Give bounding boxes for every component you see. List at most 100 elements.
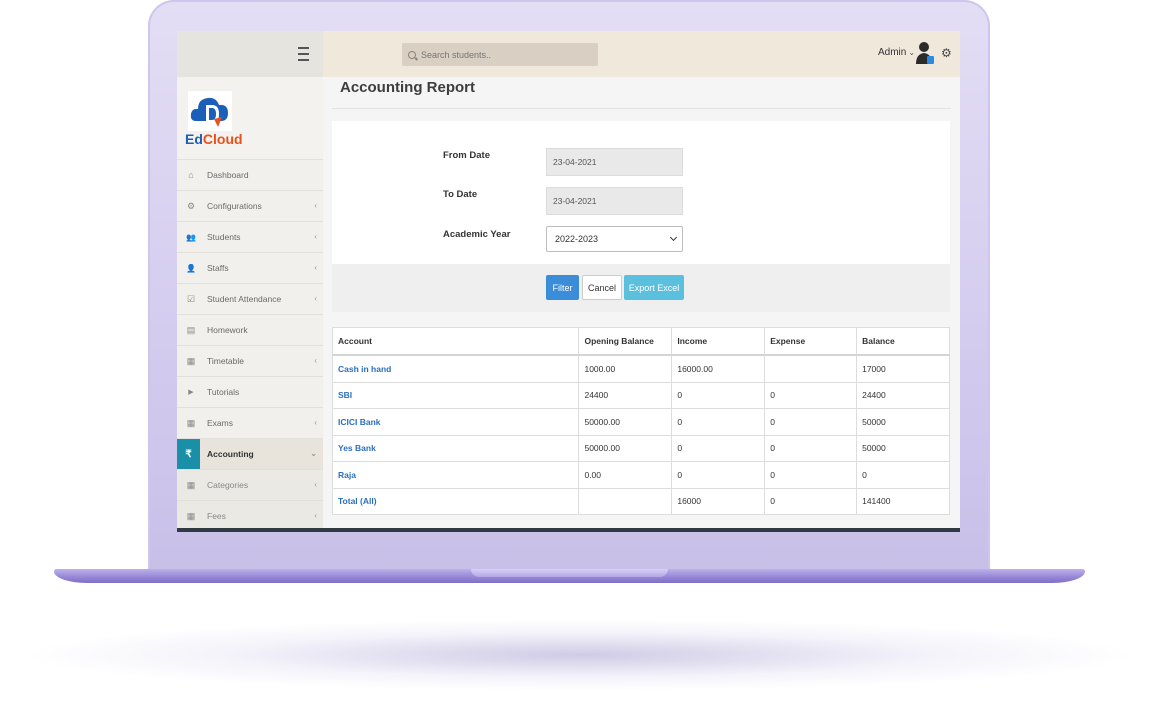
sidebar-item-label: Students — [207, 232, 241, 242]
table-cell: 16000.00 — [671, 354, 766, 383]
table-icon: ▦ — [186, 479, 196, 490]
sidebar-item-label: Homework — [207, 325, 248, 335]
cancel-button[interactable]: Cancel — [582, 275, 622, 300]
table-cell: 0 — [671, 434, 766, 462]
total-link[interactable]: Total (All) — [331, 487, 580, 515]
table-row: Raja 0.00 0 0 0 — [331, 461, 950, 489]
table-cell: 24400 — [856, 381, 950, 409]
check-square-icon: ☑ — [186, 293, 196, 304]
table-total-row: Total (All) 16000 0 141400 — [331, 487, 950, 515]
top-navbar: Admin⌄ ⚙ — [323, 31, 960, 77]
brand-name-part-2: Cloud — [202, 131, 243, 147]
user-name: Admin — [878, 47, 907, 58]
table-row: Cash in hand 1000.00 16000.00 17000 — [331, 354, 950, 383]
table-cell: 0 — [671, 381, 766, 409]
screen-bottom-strip — [177, 528, 960, 532]
chevron-down-icon: ⌄ — [310, 449, 317, 458]
file-icon: ▤ — [186, 324, 196, 335]
sidebar-item-student-attendance[interactable]: ☑ Student Attendance ‹ — [177, 284, 323, 315]
table-cell: 0 — [764, 434, 858, 462]
grid-icon: ▦ — [186, 417, 196, 428]
academic-year-label: Academic Year — [443, 229, 511, 240]
column-header-opening-balance: Opening Balance — [578, 327, 673, 356]
sidebar-item-configurations[interactable]: ⚙ Configurations ‹ — [177, 191, 323, 222]
logo-area: EdCloud — [177, 77, 323, 160]
brand-name: EdCloud — [185, 131, 243, 147]
academic-year-value: 2022-2023 — [555, 234, 599, 244]
table-cell: 50000.00 — [578, 408, 673, 436]
sidebar-item-timetable[interactable]: ▦ Timetable ‹ — [177, 346, 323, 377]
table-cell: 0 — [671, 408, 766, 436]
filter-button[interactable]: Filter — [546, 275, 579, 300]
chevron-left-icon: ‹ — [314, 232, 317, 241]
edcloud-logo — [188, 91, 232, 131]
account-link[interactable]: Yes Bank — [331, 434, 580, 462]
user-menu[interactable]: Admin ⌄ — [878, 47, 915, 58]
chevron-left-icon: ‹ — [314, 418, 317, 427]
table-cell: 50000 — [856, 434, 950, 462]
sidebar-item-tutorials[interactable]: ▶ Tutorials — [177, 377, 323, 408]
table-cell — [578, 487, 673, 515]
sidebar-item-label: Staffs — [207, 263, 229, 273]
table-cell: 17000 — [856, 354, 950, 383]
filter-form: From Date 23-04-2021 To Date 23-04-2021 … — [332, 121, 950, 264]
chevron-left-icon: ‹ — [314, 294, 317, 303]
sidebar-item-label: Tutorials — [207, 387, 240, 397]
dashboard-icon: ⌂ — [188, 170, 194, 180]
table-cell: 50000 — [856, 408, 950, 436]
gear-icon[interactable]: ⚙ — [941, 46, 952, 60]
table-cell — [764, 354, 858, 383]
sidebar-item-categories[interactable]: ▦ Categories ‹ — [177, 470, 323, 501]
users-icon: 👥 — [186, 232, 196, 242]
search-box[interactable] — [402, 43, 598, 66]
academic-year-select[interactable]: 2022-2023 — [546, 226, 683, 252]
column-header-account: Account — [331, 327, 580, 356]
sidebar: EdCloud ⌂ Dashboard ⚙ Configurations ‹ 👥… — [177, 77, 323, 532]
sidebar-item-label: Dashboard — [207, 170, 249, 180]
sidebar-item-label: Timetable — [207, 356, 245, 366]
sidebar-item-homework[interactable]: ▤ Homework — [177, 315, 323, 346]
search-icon — [408, 50, 416, 59]
table-row: SBI 24400 0 0 24400 — [331, 381, 950, 409]
sidebar-item-exams[interactable]: ▦ Exams ‹ — [177, 408, 323, 439]
account-link[interactable]: Cash in hand — [331, 354, 580, 383]
avatar[interactable] — [915, 40, 935, 66]
sidebar-item-dashboard[interactable]: ⌂ Dashboard — [177, 160, 323, 191]
rupee-icon: ₹ — [177, 439, 200, 469]
to-date-field[interactable]: 23-04-2021 — [546, 187, 683, 215]
user-icon: 👤 — [186, 263, 196, 273]
sidebar-item-students[interactable]: 👥 Students ‹ — [177, 222, 323, 253]
sidebar-item-label: Configurations — [207, 201, 262, 211]
account-link[interactable]: Raja — [331, 461, 580, 489]
cogs-icon: ⚙ — [186, 200, 196, 211]
search-input[interactable] — [419, 48, 593, 61]
sidebar-item-label: Accounting — [207, 449, 254, 459]
export-excel-button[interactable]: Export Excel — [624, 275, 684, 300]
chevron-left-icon: ‹ — [314, 356, 317, 365]
chevron-left-icon: ‹ — [314, 201, 317, 210]
table-cell: 141400 — [856, 487, 950, 515]
from-date-field[interactable]: 23-04-2021 — [546, 148, 683, 176]
action-bar: Filter Cancel Export Excel — [332, 264, 950, 312]
table-header-row: Account Opening Balance Income Expense B… — [331, 327, 950, 356]
account-link[interactable]: SBI — [331, 381, 580, 409]
sidebar-item-label: Fees — [207, 511, 226, 521]
chevron-left-icon: ‹ — [314, 480, 317, 489]
app-screen: Admin⌄ ⚙ EdCloud ⌂ Dashboard ⚙ — [177, 31, 960, 532]
sidebar-header — [177, 31, 323, 77]
sidebar-item-staffs[interactable]: 👤 Staffs ‹ — [177, 253, 323, 284]
page-title: Accounting Report — [340, 79, 475, 96]
account-link[interactable]: ICICI Bank — [331, 408, 580, 436]
sidebar-item-accounting[interactable]: ₹ Accounting ⌄ — [177, 439, 323, 470]
table-icon: ▦ — [186, 510, 196, 521]
table-cell: 0 — [671, 461, 766, 489]
table-cell: 0 — [856, 461, 950, 489]
table-cell: 0 — [764, 461, 858, 489]
hamburger-menu-icon[interactable] — [298, 47, 309, 61]
table-cell: 0.00 — [578, 461, 673, 489]
to-date-label: To Date — [443, 189, 478, 200]
brand-name-part-1: Ed — [185, 131, 203, 147]
column-header-balance: Balance — [856, 327, 950, 356]
from-date-label: From Date — [443, 150, 490, 161]
divider — [332, 108, 951, 109]
